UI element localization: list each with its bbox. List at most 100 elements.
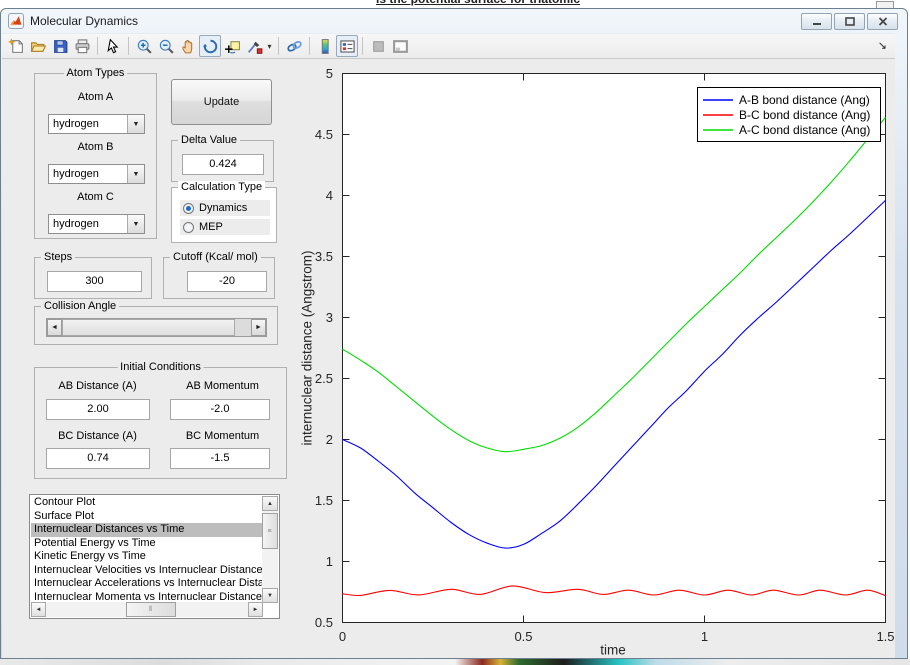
svg-text:5: 5: [326, 66, 333, 81]
atom-types-title: Atom Types: [63, 67, 128, 79]
vscroll-thumb[interactable]: ≡: [262, 513, 278, 549]
show-plot-tools-icon: [392, 39, 408, 53]
legend-entry[interactable]: A-B bond distance (Ang): [703, 92, 875, 107]
legend-label: A-B bond distance (Ang): [739, 92, 870, 107]
svg-text:0: 0: [339, 629, 346, 644]
radio-mep[interactable]: MEP: [180, 219, 270, 235]
zoom-out-icon: [159, 39, 174, 54]
link-plots-button[interactable]: [283, 35, 305, 57]
colorbar-icon: [321, 38, 329, 54]
scroll-left-icon[interactable]: ◄: [31, 602, 46, 617]
zoom-out-button[interactable]: [155, 35, 177, 57]
atom-a-dropdown[interactable]: hydrogen ▼: [48, 114, 145, 134]
slider-thumb[interactable]: [62, 319, 235, 336]
matlab-app-icon: [8, 13, 24, 29]
brush-dropdown-icon[interactable]: ▾: [265, 35, 274, 57]
listbox-hscrollbar[interactable]: ◄ ⦀ ►: [31, 602, 263, 617]
zoom-in-button[interactable]: [133, 35, 155, 57]
atom-b-label: Atom B: [77, 141, 114, 153]
new-file-button[interactable]: [5, 35, 27, 57]
toolbar-separator: [278, 37, 279, 55]
zoom-in-icon: [137, 39, 152, 54]
radio-label: Dynamics: [199, 202, 248, 214]
figure-canvas: Atom Types Atom A hydrogen ▼ Atom B hydr…: [2, 59, 895, 658]
list-item[interactable]: Kinetic Energy vs Time: [31, 550, 263, 564]
delta-value-panel: Delta Value 0.424: [171, 134, 274, 182]
rotate-3d-button[interactable]: [199, 35, 221, 57]
atom-c-dropdown[interactable]: hydrogen ▼: [48, 214, 145, 234]
axes-plot[interactable]: 0 0.5 1 1.5 0.5 1 1.5 2 2.5 3 3.5 4 4.5 5: [315, 66, 895, 644]
delta-value-field[interactable]: 0.424: [182, 154, 264, 175]
atom-a-label: Atom A: [77, 91, 114, 103]
background-clipped-text: is the potential surface for triatomic: [376, 0, 580, 6]
pan-hand-icon: [181, 39, 192, 53]
link-icon: [286, 40, 302, 52]
listbox-vscrollbar[interactable]: ▲ ≡ ▼: [262, 496, 278, 603]
slider-left-arrow-icon[interactable]: ◄: [47, 319, 62, 336]
bc-momentum-field[interactable]: -1.5: [170, 448, 270, 469]
minimize-button[interactable]: [801, 13, 832, 30]
list-item[interactable]: Internuclear Accelerations vs Internucle…: [31, 577, 263, 591]
cutoff-field[interactable]: -20: [187, 271, 267, 292]
save-button[interactable]: [49, 35, 71, 57]
list-item[interactable]: Contour Plot: [31, 496, 263, 510]
radio-button-icon[interactable]: [183, 221, 194, 233]
scroll-up-icon[interactable]: ▲: [262, 496, 278, 511]
hide-plot-tools-button[interactable]: [367, 35, 389, 57]
show-plot-tools-button[interactable]: [389, 35, 411, 57]
legend-line-sample: [703, 128, 733, 131]
legend-label: A-C bond distance (Ang): [739, 122, 871, 137]
brush-icon: [247, 41, 262, 54]
toolbar-separator: [128, 37, 129, 55]
edit-cursor-button[interactable]: [102, 35, 124, 57]
brush-button[interactable]: [243, 35, 265, 57]
y-axis-label: internuclear distance (Angstrom): [299, 250, 315, 446]
chevron-down-icon[interactable]: ▼: [127, 115, 144, 133]
svg-text:0.5: 0.5: [315, 615, 333, 630]
titlebar[interactable]: Molecular Dynamics: [1, 9, 907, 33]
close-button[interactable]: [867, 13, 898, 30]
atom-b-dropdown[interactable]: hydrogen ▼: [48, 164, 145, 184]
maximize-button[interactable]: [834, 13, 865, 30]
steps-panel: Steps 300: [34, 251, 152, 299]
list-item[interactable]: Internuclear Distances vs Time: [31, 523, 263, 537]
scroll-down-icon[interactable]: ▼: [262, 588, 278, 603]
chevron-down-icon[interactable]: ▼: [127, 165, 144, 183]
hscroll-thumb[interactable]: ⦀: [126, 602, 176, 617]
legend-icon: [339, 39, 355, 53]
legend-entry[interactable]: A-C bond distance (Ang): [703, 122, 875, 137]
insert-colorbar-button[interactable]: [314, 35, 336, 57]
slider-right-arrow-icon[interactable]: ►: [251, 319, 266, 336]
atom-c-label: Atom C: [77, 191, 114, 203]
slider-track[interactable]: [235, 319, 251, 336]
collision-angle-slider[interactable]: ◄ ►: [46, 318, 267, 337]
radio-label: MEP: [199, 221, 223, 233]
bc-momentum-label: BC Momentum: [185, 430, 260, 442]
scroll-right-icon[interactable]: ►: [248, 602, 263, 617]
legend-entry[interactable]: B-C bond distance (Ang): [703, 107, 875, 122]
radio-dynamics[interactable]: Dynamics: [180, 200, 270, 216]
chevron-down-icon[interactable]: ▼: [127, 215, 144, 233]
radio-button-icon[interactable]: [183, 202, 194, 214]
ab-distance-field[interactable]: 2.00: [46, 399, 150, 420]
list-item[interactable]: Internuclear Velocities vs Internuclear …: [31, 564, 263, 578]
toolbar-overflow-icon[interactable]: ↘: [878, 39, 887, 52]
insert-legend-button[interactable]: [336, 35, 358, 57]
ab-momentum-field[interactable]: -2.0: [170, 399, 270, 420]
svg-text:3: 3: [326, 310, 333, 325]
update-button[interactable]: Update: [171, 79, 272, 125]
pan-button[interactable]: [177, 35, 199, 57]
print-button[interactable]: [71, 35, 93, 57]
plot-legend[interactable]: A-B bond distance (Ang) B-C bond distance…: [697, 87, 881, 142]
cutoff-panel: Cutoff (Kcal/ mol) -20: [163, 251, 275, 299]
plot-type-listbox[interactable]: Contour Plot Surface Plot Internuclear Dis…: [29, 494, 280, 619]
data-cursor-button[interactable]: [221, 35, 243, 57]
list-item[interactable]: Potential Energy vs Time: [31, 537, 263, 551]
steps-field[interactable]: 300: [47, 271, 142, 292]
bc-distance-field[interactable]: 0.74: [46, 448, 150, 469]
legend-line-sample: [703, 98, 733, 101]
list-item[interactable]: Surface Plot: [31, 510, 263, 524]
ab-distance-label: AB Distance (A): [58, 380, 137, 392]
atom-b-value: hydrogen: [53, 168, 99, 180]
open-file-button[interactable]: [27, 35, 49, 57]
